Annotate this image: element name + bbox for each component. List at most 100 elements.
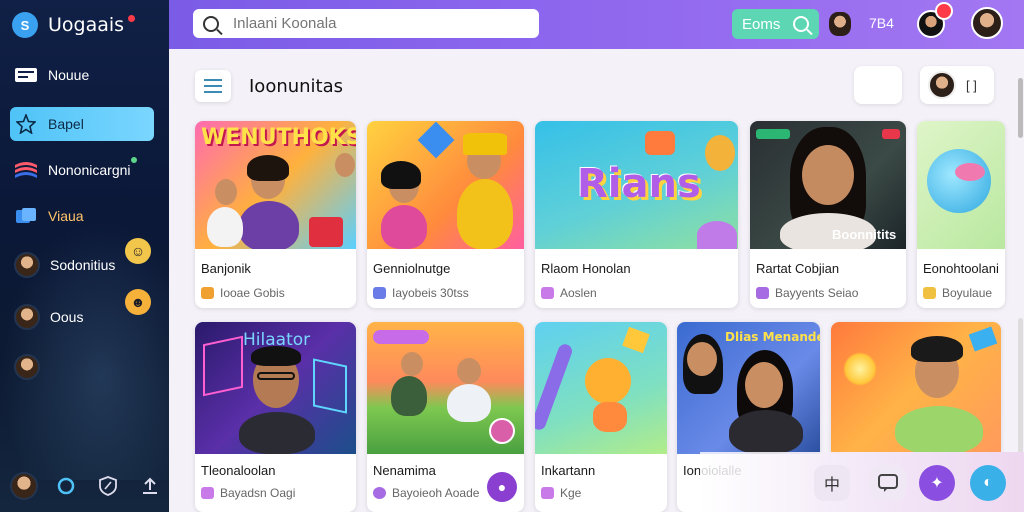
avatar (14, 252, 40, 278)
globe-icon[interactable]: ◐ (970, 465, 1006, 501)
card-title: Rlaom Honolan (541, 261, 631, 276)
content-card[interactable]: Rians Rlaom Honolan Aoslen (535, 121, 738, 308)
card-thumbnail (535, 322, 667, 454)
search-button[interactable]: Eoms (732, 9, 819, 39)
card-meta-text: Iayobeis 30tss (392, 286, 469, 300)
avatar (14, 354, 40, 380)
app-logo-icon: S (12, 12, 38, 38)
content-header: Ioonunitas (195, 70, 343, 102)
search-input[interactable] (233, 15, 513, 32)
card-thumbnail: Boonnitits (750, 121, 906, 249)
thumbnail-title: Boonnitits (832, 227, 897, 242)
sidebar-item-home[interactable]: Nouue (10, 58, 154, 92)
sidebar-item-viaua[interactable]: Viaua (10, 199, 154, 233)
heart-icon (201, 287, 214, 299)
count-label: 7B4 (869, 15, 894, 31)
sidebar-item-label: Sodonitius (50, 257, 116, 273)
card-thumbnail (831, 322, 1001, 454)
card-meta: Bayoieoh Aoade (373, 486, 479, 500)
content-card[interactable]: Hilaator Tleonaloolan Bayadsn Oagi (195, 322, 356, 512)
content-card[interactable]: Inkartann Kge (535, 322, 667, 512)
content-card[interactable]: WENUTHOKS Banjonik Iooae Gobis (195, 121, 356, 308)
header-user-chip[interactable]: [ ] (920, 66, 994, 104)
heart-icon (541, 287, 554, 299)
search-icon (203, 15, 219, 32)
card-title: Nenamima (373, 463, 436, 478)
cards-icon (14, 206, 38, 226)
card-thumbnail: Rians (535, 121, 738, 249)
search-box[interactable] (193, 9, 539, 38)
heart-icon (373, 287, 386, 299)
card-meta: Bayyents Seiao (756, 286, 858, 300)
menu-button[interactable] (195, 70, 231, 102)
list-icon (14, 65, 38, 85)
avatar (14, 304, 40, 330)
smile-emoji-icon: ☺ (125, 238, 151, 264)
card-meta-text: Bayyents Seiao (775, 286, 859, 300)
header-action-button[interactable] (854, 66, 902, 104)
avatar[interactable] (10, 472, 38, 500)
top-bar: Eoms 7B4 (169, 0, 1024, 49)
heart-icon (201, 487, 214, 499)
user-avatar[interactable] (971, 7, 1003, 39)
chat-icon[interactable] (52, 472, 80, 500)
notification-badge-icon[interactable] (935, 2, 953, 20)
upload-icon[interactable] (136, 472, 164, 500)
card-meta-text: Boyulaue (942, 286, 993, 300)
star-icon (14, 114, 38, 134)
user-chip-label: [ ] (966, 77, 977, 93)
menu-icon (204, 79, 222, 81)
apple-icon[interactable]: ● (487, 472, 517, 502)
app-name: Uogaais (48, 14, 125, 36)
card-title: Inkartann (541, 463, 596, 478)
card-thumbnail: Dlias Menande (677, 322, 820, 454)
sidebar-item-nononicargni[interactable]: Nononicargni (10, 153, 154, 187)
sidebar-item-label: Viaua (48, 208, 84, 224)
content-card[interactable]: Boonnitits Rartat Cobjian Bayyents Seiao (750, 121, 906, 308)
card-thumbnail (367, 121, 524, 249)
card-title: Genniolnutge (373, 261, 451, 276)
grin-emoji-icon: ☻ (125, 289, 151, 315)
sidebar-item-label: Oous (50, 309, 84, 325)
card-title: Tleonaloolan (201, 463, 276, 478)
card-thumbnail (917, 121, 1005, 249)
flag-icon (14, 160, 38, 180)
heart-icon (541, 487, 554, 499)
instagram-icon (373, 487, 386, 499)
avatar[interactable] (829, 12, 851, 36)
card-meta-text: Bayoieoh Aoade (392, 486, 480, 500)
puzzle-icon[interactable]: ✦ (919, 465, 955, 501)
heart-icon (756, 287, 769, 299)
card-meta-text: Iooae Gobis (220, 286, 285, 300)
sidebar-bottom-bar (10, 472, 164, 500)
search-button-label: Eoms (742, 15, 781, 33)
content-card[interactable]: Nenamima Bayoieoh Aoade ● (367, 322, 524, 512)
card-title: Rartat Cobjian (756, 261, 840, 276)
sidebar-item-label: Nouue (48, 67, 90, 83)
sidebar-item-profile[interactable] (10, 350, 154, 384)
content-card[interactable]: Eonohtoolani Boyulaue (917, 121, 1005, 308)
thumbnail-title: Rians (577, 161, 701, 207)
message-icon[interactable] (870, 465, 906, 501)
card-meta: Iayobeis 30tss (373, 286, 469, 300)
sidebar-item-bapel[interactable]: Bapel (10, 107, 154, 141)
scrollbar-thumb[interactable] (1018, 78, 1023, 138)
brand[interactable]: S Uogaais (12, 12, 135, 38)
card-meta-text: Bayadsn Oagi (220, 486, 296, 500)
page-title: Ioonunitas (249, 75, 344, 97)
card-thumbnail: Hilaator (195, 322, 356, 454)
card-thumbnail (367, 322, 524, 454)
thumbnail-title: WENUTHOKS (201, 125, 356, 150)
sidebar: S Uogaais Nouue Bapel Nononicargni Viaua… (0, 0, 169, 512)
avatar (928, 71, 956, 99)
scrollbar[interactable] (1016, 58, 1024, 498)
card-meta: Aoslen (541, 286, 597, 300)
shield-icon[interactable] (94, 472, 122, 500)
content-card[interactable]: Genniolnutge Iayobeis 30tss (367, 121, 524, 308)
translate-icon[interactable]: 中 (814, 465, 850, 501)
card-thumbnail: WENUTHOKS (195, 121, 356, 249)
card-meta: Iooae Gobis (201, 286, 285, 300)
card-title: Banjonik (201, 261, 251, 276)
card-meta-text: Aoslen (560, 286, 597, 300)
heart-icon (923, 287, 936, 299)
